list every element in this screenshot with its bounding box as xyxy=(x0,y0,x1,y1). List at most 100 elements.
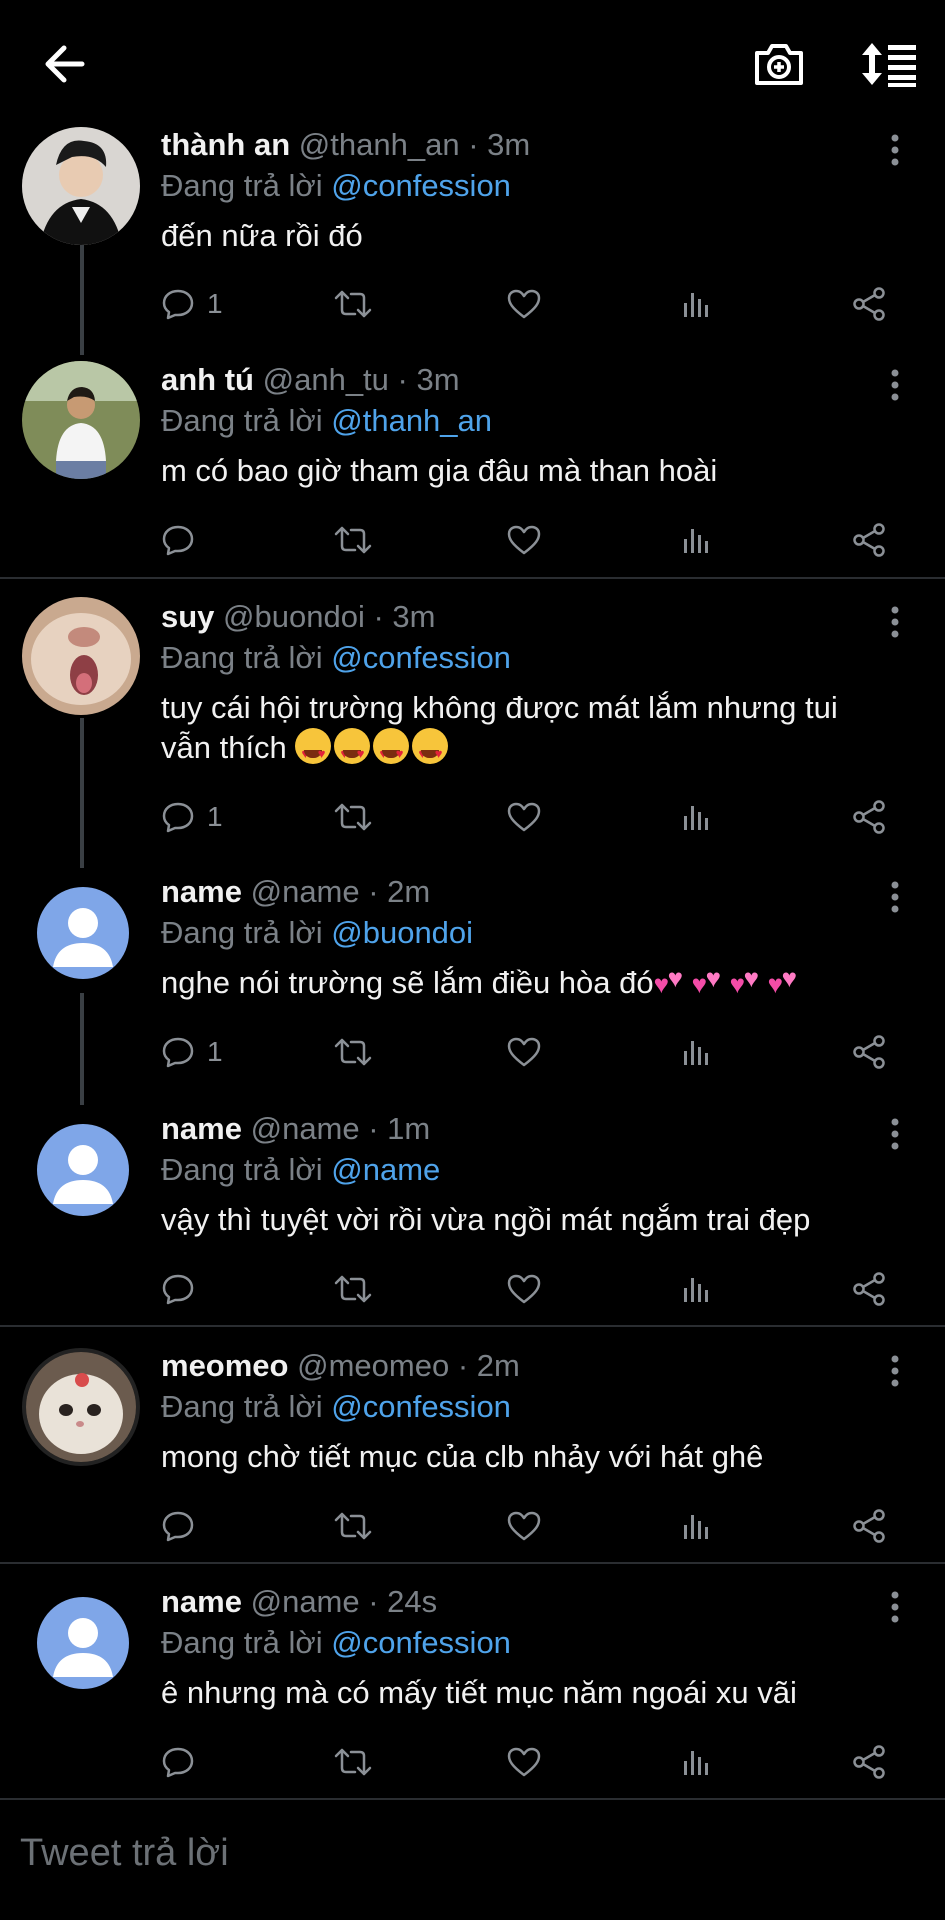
analytics-button[interactable] xyxy=(681,1267,711,1311)
retweet-button[interactable] xyxy=(333,1030,373,1074)
avatar[interactable] xyxy=(37,1124,129,1216)
reply-button[interactable] xyxy=(161,1740,207,1784)
like-button[interactable] xyxy=(506,795,542,839)
display-name[interactable]: meomeo xyxy=(161,1348,288,1383)
like-button[interactable] xyxy=(506,282,542,326)
analytics-button[interactable] xyxy=(681,1030,711,1074)
retweet-button[interactable] xyxy=(333,518,373,562)
reply-button[interactable]: 1 xyxy=(161,282,223,326)
display-name[interactable]: suy xyxy=(161,599,214,634)
analytics-button[interactable] xyxy=(681,1740,711,1784)
handle[interactable]: @meomeo xyxy=(297,1348,449,1383)
mention-link[interactable]: @thanh_an xyxy=(331,403,492,438)
tweet-text: ê nhưng mà có mấy tiết mục năm ngoái xu … xyxy=(161,1675,797,1710)
share-button[interactable] xyxy=(851,795,887,839)
tweet-1[interactable]: thành an @thanh_an · 3m Đang trả lời @co… xyxy=(0,122,945,352)
display-name[interactable]: thành an xyxy=(161,127,290,162)
more-options-icon[interactable] xyxy=(880,877,910,917)
handle[interactable]: @name xyxy=(251,1584,360,1619)
analytics-button[interactable] xyxy=(681,518,711,562)
display-name[interactable]: anh tú xyxy=(161,362,254,397)
share-button[interactable] xyxy=(851,1030,887,1074)
handle[interactable]: @name xyxy=(251,874,360,909)
tweet-text: vậy thì tuyệt vời rồi vừa ngồi mát ngắm … xyxy=(161,1202,811,1237)
like-button[interactable] xyxy=(506,1740,542,1784)
share-button[interactable] xyxy=(851,1740,887,1784)
more-options-icon[interactable] xyxy=(880,1587,910,1627)
reply-button[interactable] xyxy=(161,1267,207,1311)
tweet-text: m có bao giờ tham gia đâu mà than hoài xyxy=(161,453,718,488)
timestamp: · 3m xyxy=(397,362,460,397)
like-button[interactable] xyxy=(506,518,542,562)
timestamp: · 2m xyxy=(457,1348,520,1383)
display-name[interactable]: name xyxy=(161,874,242,909)
handle[interactable]: @anh_tu xyxy=(263,362,389,397)
analytics-button[interactable] xyxy=(681,282,711,326)
tweet-4[interactable]: name @name · 2m Đang trả lời @buondoi ng… xyxy=(0,870,945,1090)
avatar[interactable] xyxy=(37,887,129,979)
reply-to: Đang trả lời @thanh_an xyxy=(161,403,492,439)
more-options-icon[interactable] xyxy=(880,602,910,642)
retweet-button[interactable] xyxy=(333,282,373,326)
mention-link[interactable]: @buondoi xyxy=(331,915,473,950)
analytics-button[interactable] xyxy=(681,1504,711,1548)
tweet-3[interactable]: suy @buondoi · 3m Đang trả lời @confessi… xyxy=(0,595,945,855)
share-button[interactable] xyxy=(851,1267,887,1311)
reply-button[interactable] xyxy=(161,1504,207,1548)
handle[interactable]: @thanh_an xyxy=(299,127,460,162)
mention-link[interactable]: @confession xyxy=(331,1625,511,1660)
tweet-actions xyxy=(161,1740,901,1784)
more-options-icon[interactable] xyxy=(880,1351,910,1391)
top-bar xyxy=(0,0,945,128)
share-button[interactable] xyxy=(851,1504,887,1548)
reply-button[interactable]: 1 xyxy=(161,795,223,839)
reply-composer[interactable]: Tweet trả lời xyxy=(0,1800,945,1920)
reply-input-placeholder[interactable]: Tweet trả lời xyxy=(20,1832,229,1875)
like-button[interactable] xyxy=(506,1504,542,1548)
like-button[interactable] xyxy=(506,1267,542,1311)
tweet-6[interactable]: meomeo @meomeo · 2m Đang trả lời @confes… xyxy=(0,1344,945,1564)
reply-button[interactable]: 1 xyxy=(161,1030,223,1074)
avatar[interactable] xyxy=(22,361,140,479)
reply-button[interactable] xyxy=(161,518,207,562)
avatar[interactable] xyxy=(22,127,140,245)
tweet-actions: 1 xyxy=(161,282,901,326)
analytics-button[interactable] xyxy=(681,795,711,839)
more-options-icon[interactable] xyxy=(880,365,910,405)
handle[interactable]: @buondoi xyxy=(223,599,365,634)
like-button[interactable] xyxy=(506,1030,542,1074)
arrow-left-icon[interactable] xyxy=(28,28,100,100)
display-name[interactable]: name xyxy=(161,1584,242,1619)
avatar[interactable] xyxy=(37,1597,129,1689)
mention-link[interactable]: @name xyxy=(331,1152,440,1187)
tweet-actions xyxy=(161,1504,901,1548)
display-name[interactable]: name xyxy=(161,1111,242,1146)
tweet-text-line: tuy cái hội trường không được mát lắm nh… xyxy=(161,690,838,725)
more-options-icon[interactable] xyxy=(880,130,910,170)
timestamp: · 24s xyxy=(368,1584,438,1619)
tweet-text: đến nữa rồi đó xyxy=(161,218,363,253)
timestamp: · 3m xyxy=(468,127,531,162)
retweet-button[interactable] xyxy=(333,1504,373,1548)
mention-link[interactable]: @confession xyxy=(331,640,511,675)
camera-plus-icon[interactable] xyxy=(743,28,815,100)
avatar[interactable] xyxy=(22,1348,140,1466)
share-button[interactable] xyxy=(851,282,887,326)
retweet-button[interactable] xyxy=(333,1740,373,1784)
tweet-header: name @name · 1m xyxy=(161,1111,430,1147)
reply-count: 1 xyxy=(207,288,223,319)
tweet-5[interactable]: name @name · 1m Đang trả lời @name vậy t… xyxy=(0,1107,945,1327)
retweet-button[interactable] xyxy=(333,1267,373,1311)
mention-link[interactable]: @confession xyxy=(331,1389,511,1424)
tweet-7[interactable]: name @name · 24s Đang trả lời @confessio… xyxy=(0,1580,945,1780)
sort-icon[interactable] xyxy=(853,28,925,100)
share-button[interactable] xyxy=(851,518,887,562)
reply-to: Đang trả lời @confession xyxy=(161,1389,511,1425)
handle[interactable]: @name xyxy=(251,1111,360,1146)
tweet-2[interactable]: anh tú @anh_tu · 3m Đang trả lời @thanh_… xyxy=(0,358,945,578)
retweet-button[interactable] xyxy=(333,795,373,839)
avatar[interactable] xyxy=(22,597,140,715)
more-options-icon[interactable] xyxy=(880,1114,910,1154)
mention-link[interactable]: @confession xyxy=(331,168,511,203)
reply-prefix: Đang trả lời xyxy=(161,168,323,203)
